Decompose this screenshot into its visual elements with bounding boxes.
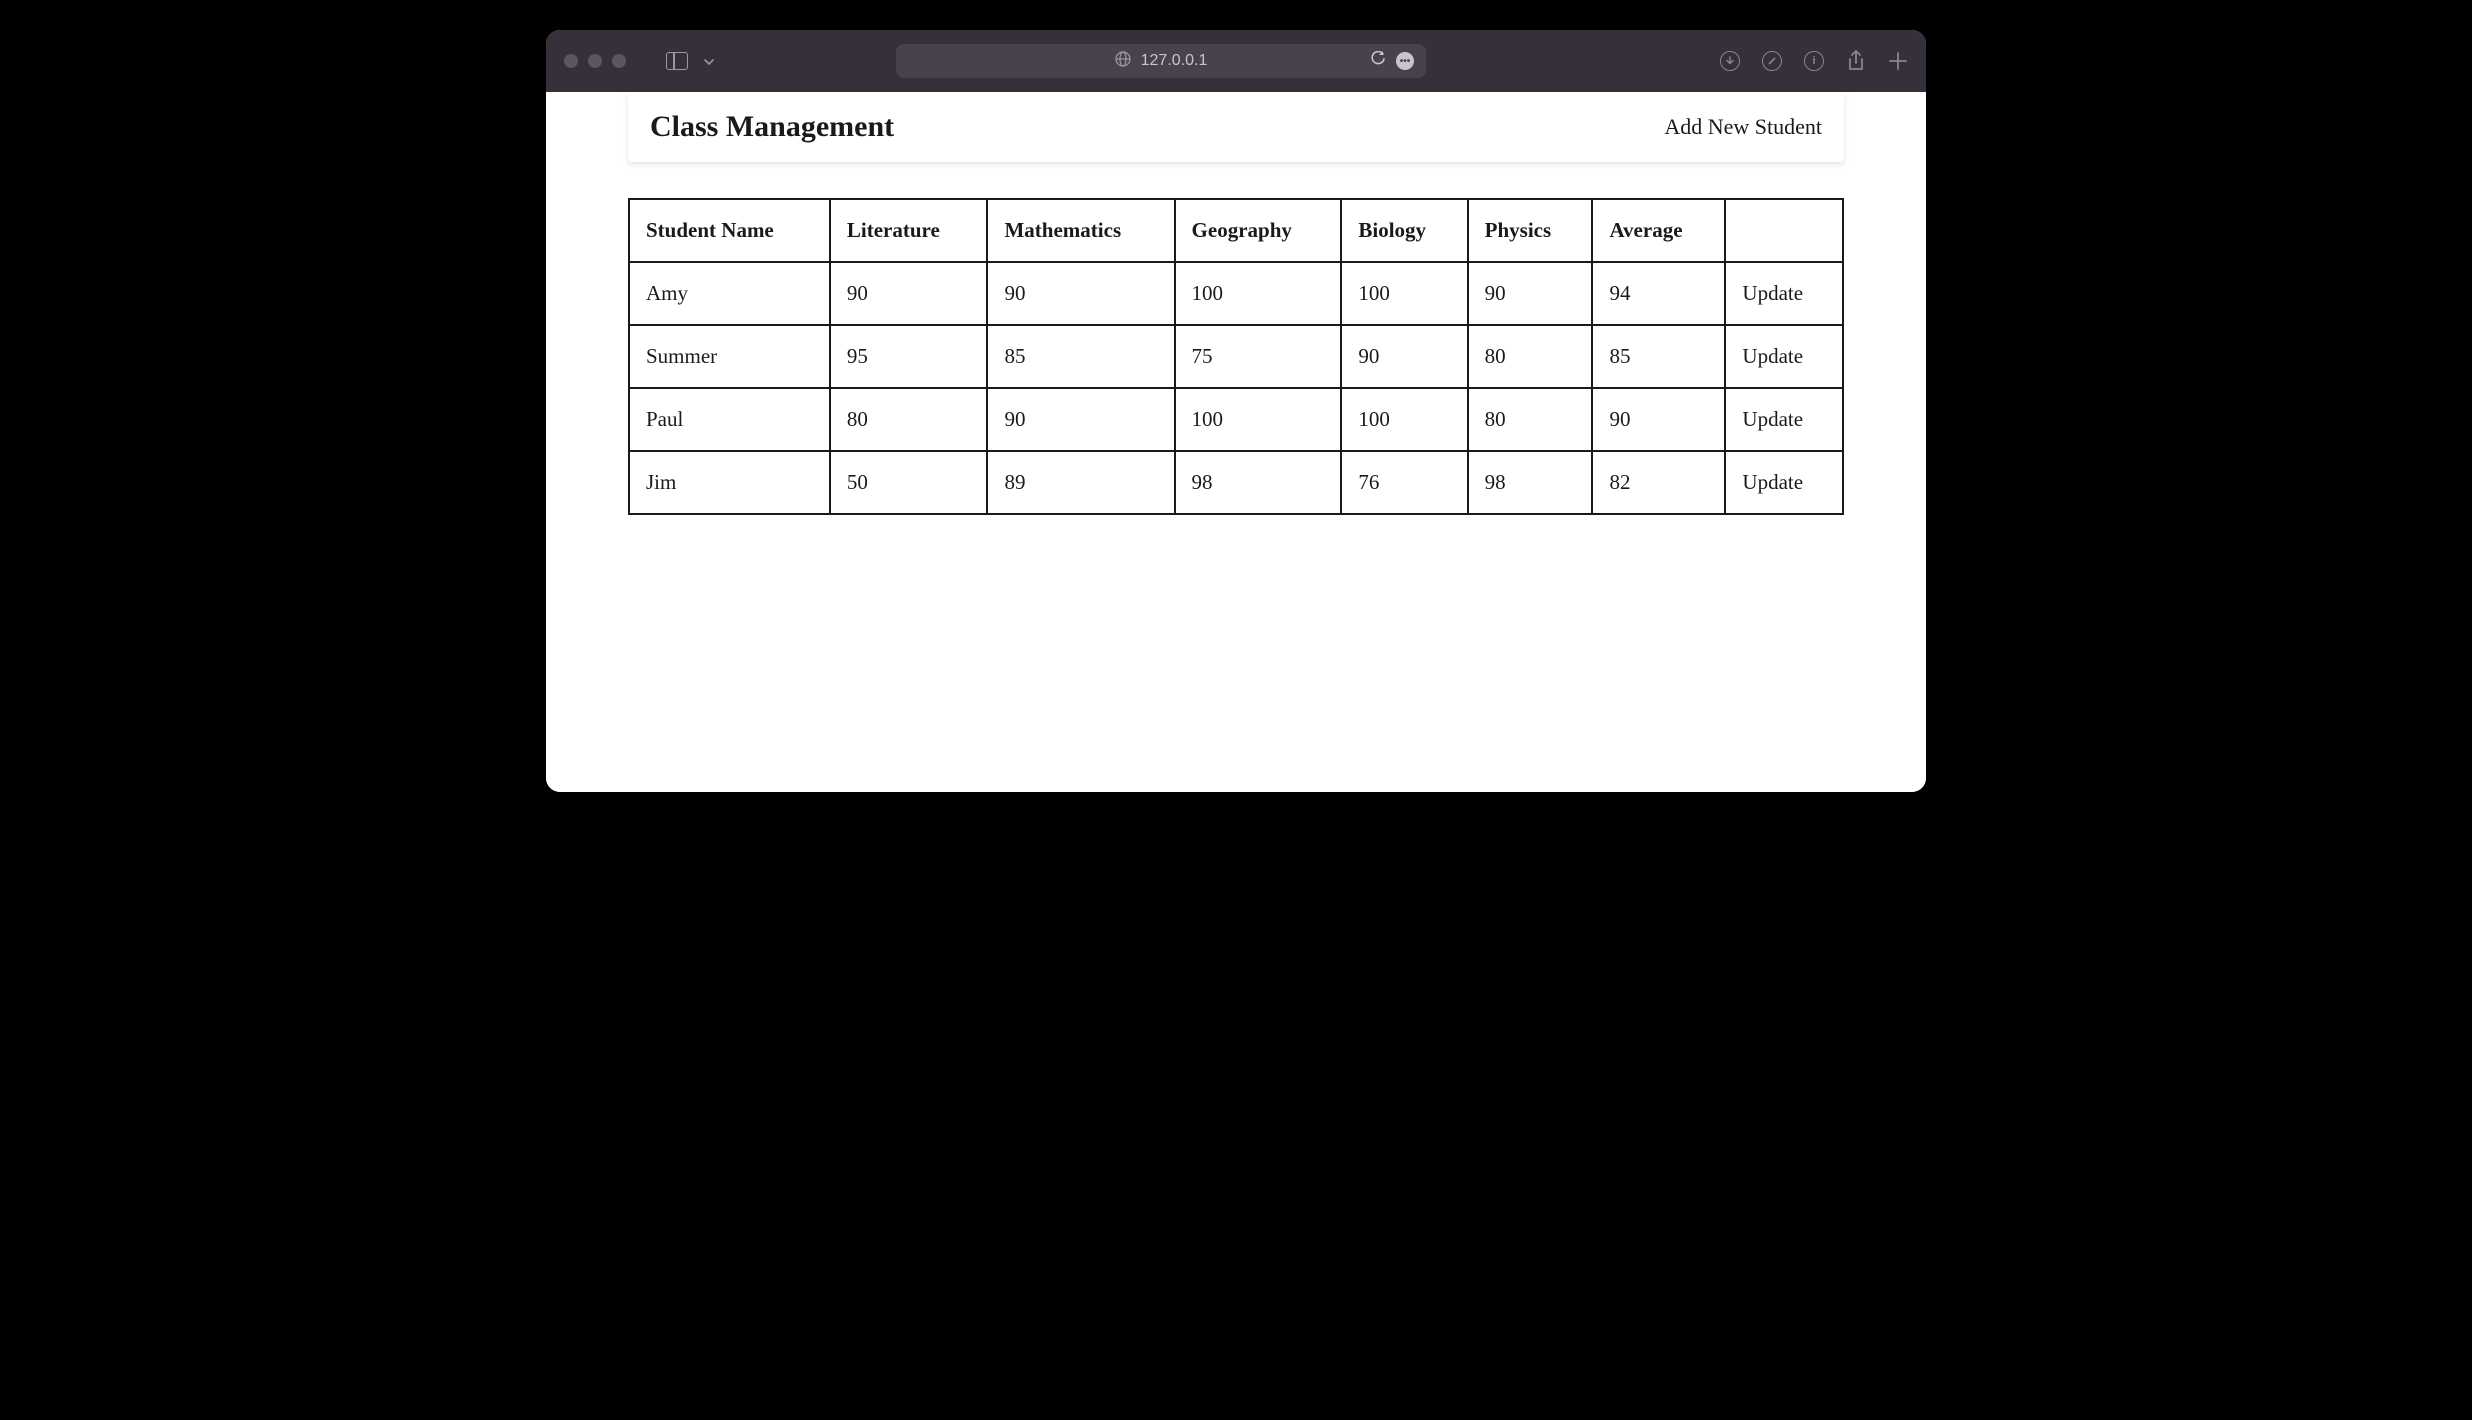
cell-name: Jim	[629, 451, 830, 514]
col-student-name: Student Name	[629, 199, 830, 262]
globe-icon	[1115, 51, 1131, 72]
cell-geography: 100	[1175, 388, 1342, 451]
cell-biology: 76	[1341, 451, 1467, 514]
cell-average: 90	[1592, 388, 1725, 451]
cell-literature: 80	[830, 388, 988, 451]
cell-biology: 100	[1341, 262, 1467, 325]
cell-geography: 75	[1175, 325, 1342, 388]
privacy-icon[interactable]: i	[1804, 51, 1824, 71]
cell-geography: 98	[1175, 451, 1342, 514]
col-actions	[1725, 199, 1843, 262]
cell-biology: 100	[1341, 388, 1467, 451]
page-title: Class Management	[650, 110, 894, 144]
table-row: Jim508998769882Update	[629, 451, 1843, 514]
update-button[interactable]: Update	[1725, 325, 1843, 388]
share-icon[interactable]	[1846, 51, 1866, 71]
titlebar: 127.0.0.1 ••• i	[546, 30, 1926, 92]
cell-name: Paul	[629, 388, 830, 451]
cell-mathematics: 90	[987, 262, 1174, 325]
table-header-row: Student Name Literature Mathematics Geog…	[629, 199, 1843, 262]
table-row: Summer958575908085Update	[629, 325, 1843, 388]
table-row: Amy90901001009094Update	[629, 262, 1843, 325]
cell-name: Amy	[629, 262, 830, 325]
reload-icon[interactable]	[1370, 51, 1386, 72]
update-button[interactable]: Update	[1725, 262, 1843, 325]
col-average: Average	[1592, 199, 1725, 262]
col-literature: Literature	[830, 199, 988, 262]
browser-window: 127.0.0.1 ••• i	[546, 30, 1926, 792]
minimize-window-button[interactable]	[588, 54, 602, 68]
traffic-lights	[564, 54, 626, 68]
more-options-icon[interactable]: •••	[1396, 52, 1414, 70]
col-biology: Biology	[1341, 199, 1467, 262]
col-mathematics: Mathematics	[987, 199, 1174, 262]
cell-biology: 90	[1341, 325, 1467, 388]
page-header: Class Management Add New Student	[628, 92, 1844, 162]
cell-geography: 100	[1175, 262, 1342, 325]
cell-physics: 90	[1468, 262, 1593, 325]
cell-literature: 50	[830, 451, 988, 514]
close-window-button[interactable]	[564, 54, 578, 68]
cell-average: 82	[1592, 451, 1725, 514]
cell-mathematics: 85	[987, 325, 1174, 388]
page-content: Class Management Add New Student Student…	[546, 92, 1926, 792]
url-text: 127.0.0.1	[1141, 52, 1208, 70]
col-physics: Physics	[1468, 199, 1593, 262]
url-bar[interactable]: 127.0.0.1 •••	[896, 44, 1426, 78]
block-icon[interactable]	[1762, 51, 1782, 71]
col-geography: Geography	[1175, 199, 1342, 262]
downloads-icon[interactable]	[1720, 51, 1740, 71]
cell-physics: 98	[1468, 451, 1593, 514]
cell-mathematics: 90	[987, 388, 1174, 451]
chevron-down-icon[interactable]	[704, 54, 714, 69]
new-tab-icon[interactable]	[1888, 51, 1908, 71]
cell-average: 85	[1592, 325, 1725, 388]
students-table-container: Student Name Literature Mathematics Geog…	[628, 198, 1844, 515]
update-button[interactable]: Update	[1725, 451, 1843, 514]
add-new-student-button[interactable]: Add New Student	[1664, 114, 1822, 140]
cell-name: Summer	[629, 325, 830, 388]
cell-physics: 80	[1468, 325, 1593, 388]
cell-mathematics: 89	[987, 451, 1174, 514]
cell-literature: 90	[830, 262, 988, 325]
table-row: Paul80901001008090Update	[629, 388, 1843, 451]
cell-average: 94	[1592, 262, 1725, 325]
maximize-window-button[interactable]	[612, 54, 626, 68]
cell-physics: 80	[1468, 388, 1593, 451]
cell-literature: 95	[830, 325, 988, 388]
sidebar-toggle-icon[interactable]	[666, 52, 688, 70]
update-button[interactable]: Update	[1725, 388, 1843, 451]
students-table: Student Name Literature Mathematics Geog…	[628, 198, 1844, 515]
